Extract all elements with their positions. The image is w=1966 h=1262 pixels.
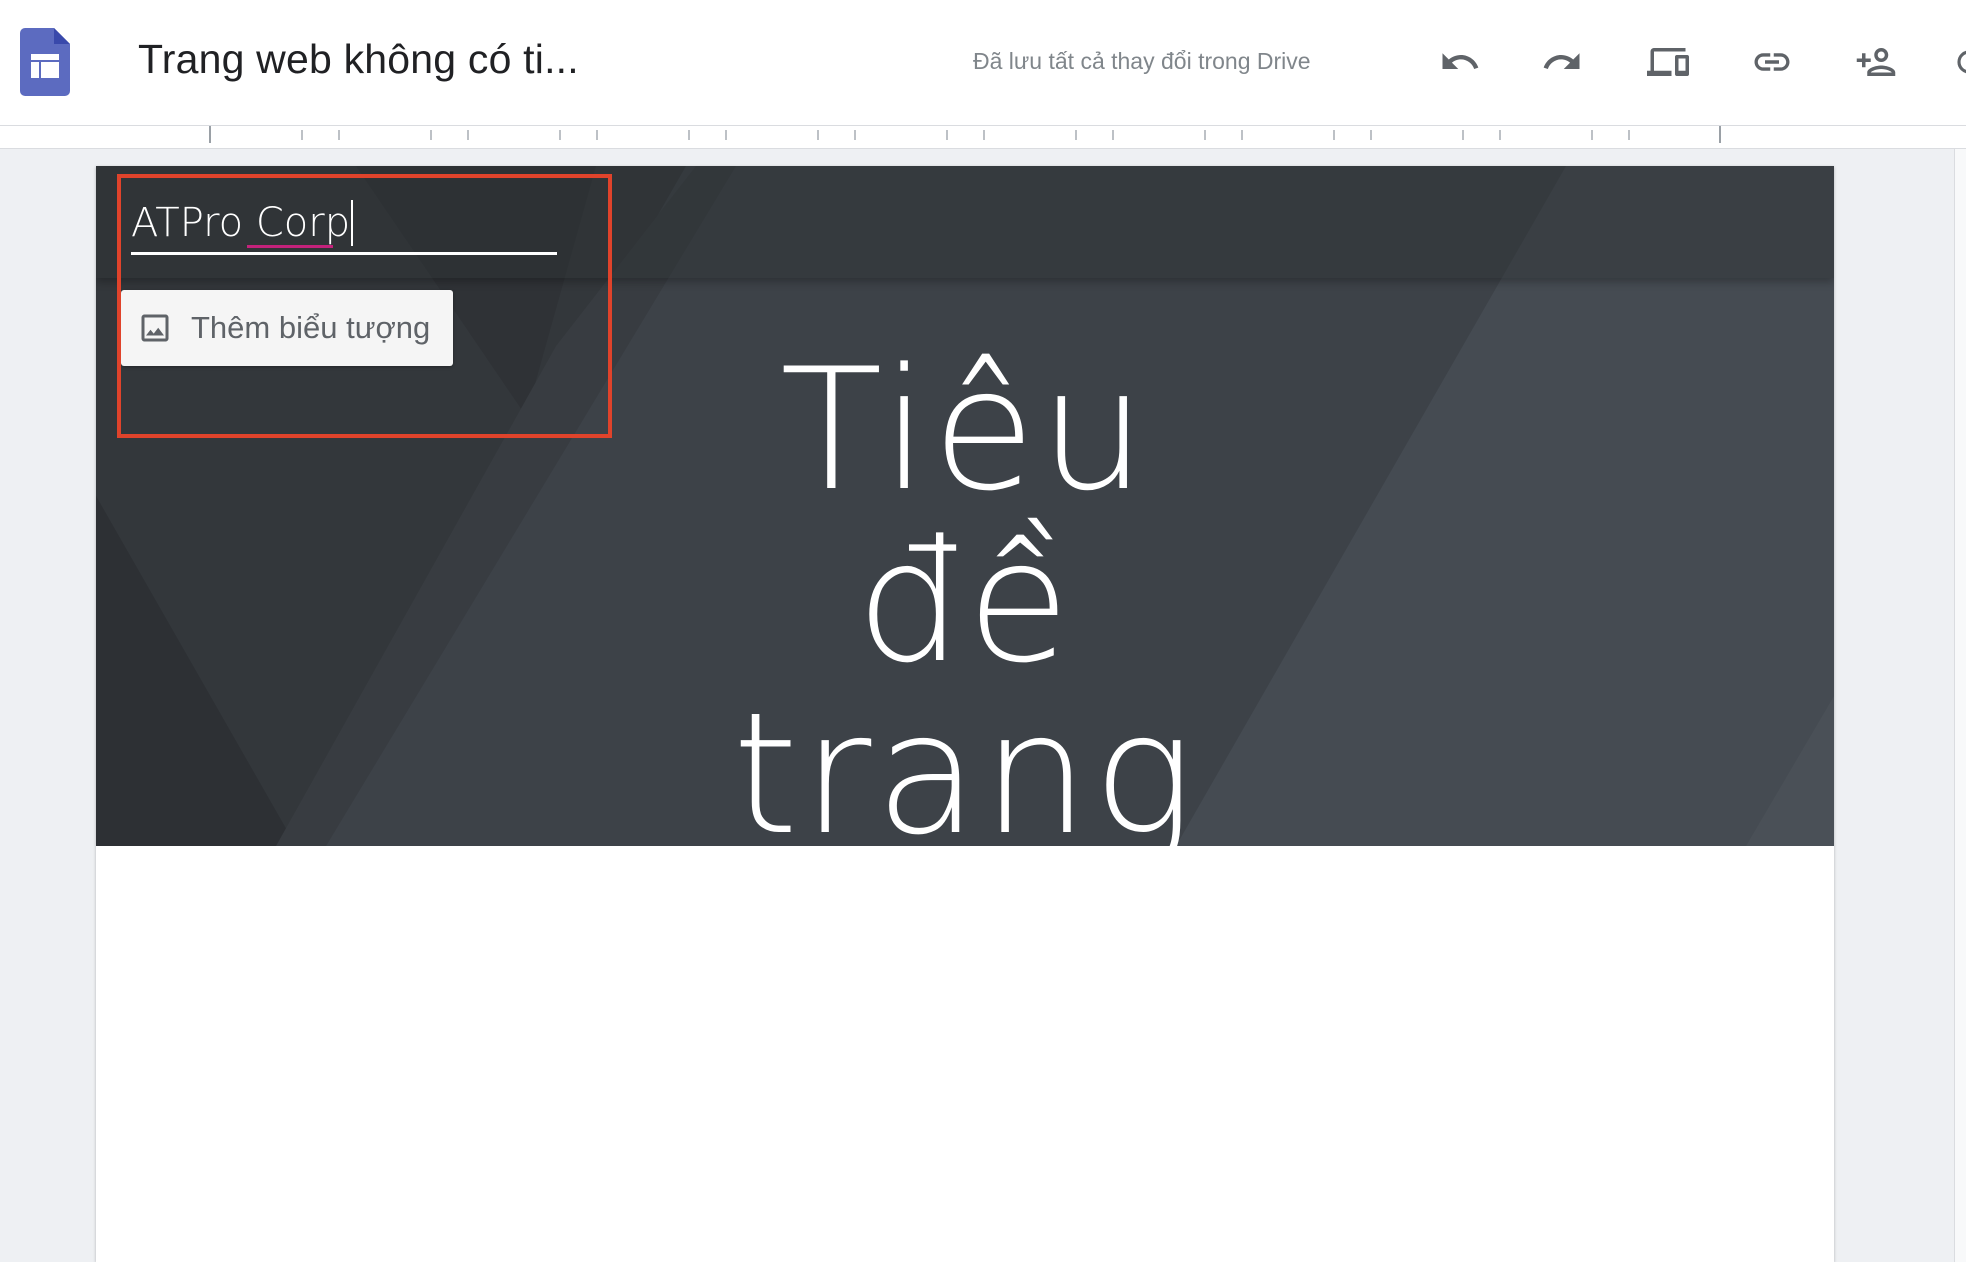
undo-icon: [1442, 53, 1479, 69]
image-icon: [141, 314, 169, 342]
settings-icon[interactable]: [1956, 46, 1966, 78]
document-title[interactable]: Trang web không có ti...: [138, 36, 579, 83]
site-name-input[interactable]: ATPro Corp: [131, 194, 557, 255]
add-person-icon: [1856, 48, 1896, 76]
copy-link-button[interactable]: [1742, 32, 1802, 92]
redo-button[interactable]: [1532, 32, 1592, 92]
site-page: ATPro Corp Thêm biểu tượng Tiêu đề trang: [96, 166, 1834, 1262]
share-button[interactable]: [1846, 32, 1906, 92]
page-title[interactable]: Tiêu đề trang: [96, 344, 1834, 846]
ruler: [0, 126, 1966, 149]
sites-logo-icon[interactable]: [20, 28, 70, 96]
vertical-scrollbar[interactable]: [1954, 149, 1966, 1262]
hero-banner[interactable]: ATPro Corp Thêm biểu tượng Tiêu đề trang: [96, 166, 1834, 846]
site-name-value: ATPro Corp: [131, 200, 351, 246]
site-name-text: ATPro Corp: [131, 200, 351, 248]
spellcheck-underline: [247, 245, 333, 248]
devices-preview-icon: [1647, 48, 1689, 76]
preview-button[interactable]: [1638, 32, 1698, 92]
redo-icon: [1543, 53, 1580, 69]
text-cursor: [351, 200, 354, 246]
add-logo-label: Thêm biểu tượng: [191, 310, 431, 345]
top-bar: Trang web không có ti... Đã lưu tất cả t…: [0, 0, 1966, 126]
save-status: Đã lưu tất cả thay đổi trong Drive: [973, 48, 1311, 74]
ruler-ticks: [209, 126, 1721, 143]
link-icon: [1754, 53, 1790, 71]
undo-button[interactable]: [1430, 32, 1490, 92]
